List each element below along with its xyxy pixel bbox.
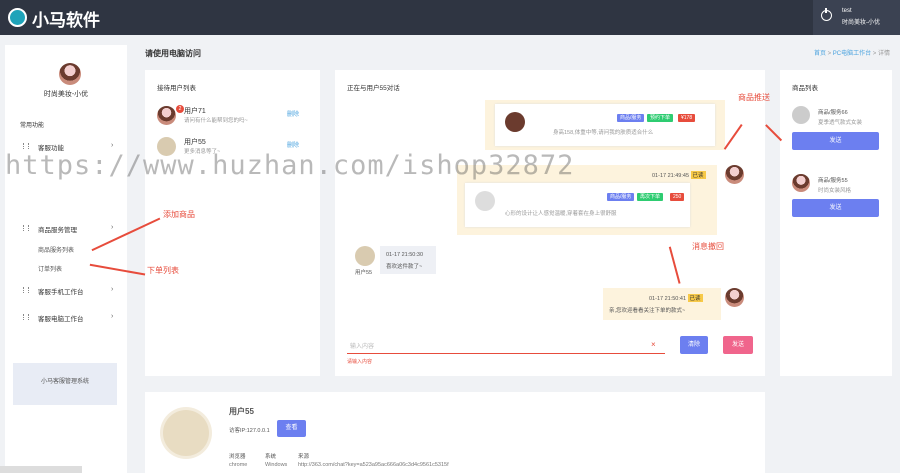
timestamp: 01-17 21:50:30 — [386, 252, 424, 258]
user-role: 时尚美妆-小优 — [842, 20, 880, 26]
tag: 预约下单 — [647, 114, 674, 122]
visitor-ip: 访客IP:127.0.0.1 — [229, 428, 270, 434]
user-last-message: 请问有什么能帮到您的吗~ — [184, 118, 248, 124]
avatar — [725, 288, 744, 307]
top-bar: 小马软件 test 时尚美妆-小优 — [0, 0, 900, 35]
breadcrumb-pc[interactable]: PC电脑工作台 — [833, 51, 871, 57]
message-text: 亲,您欢迎看看关注下单的款式~ — [609, 308, 686, 314]
timestamp: 01-17 21:50:41 — [649, 296, 687, 302]
col-header: 系统 — [265, 454, 277, 460]
horizontal-scrollbar[interactable] — [0, 466, 82, 473]
col-header: 浏览器 — [229, 454, 246, 460]
user-name: 用户71 — [184, 108, 206, 115]
clear-input-icon[interactable]: × — [651, 340, 656, 349]
chat-panel: 正在与用户55对话 商品/服务 预约下单 ¥178 身高158,体重中等,请问我… — [335, 70, 765, 376]
timestamp: 01-17 21:49:45 — [652, 173, 690, 179]
user-name: 用户55 — [184, 139, 206, 146]
message-time: 01-17 21:49:45 已读 — [652, 171, 706, 179]
goods-desc: 心形的设计让人感觉温暖,穿着套在身上很舒服 — [505, 211, 617, 217]
brand-title: 小马软件 — [32, 11, 100, 30]
cell[interactable]: http://363.com/chat?key=a523a95ac666a06c… — [298, 462, 449, 468]
annotation-order-list: 下单列表 — [147, 266, 179, 275]
view-button[interactable]: 查看 — [277, 420, 306, 437]
message-time: 01-17 21:50:41 已读 — [649, 294, 703, 302]
grid-icon — [23, 287, 29, 293]
chevron-icon: › — [111, 286, 114, 293]
chat-message-agent: 01-17 21:50:41 已读 亲,您欢迎看看关注下单的款式~ — [603, 288, 721, 320]
sidebar-user-name: 时尚美妆-小优 — [43, 91, 89, 98]
tag: 再次下单 — [637, 193, 664, 201]
send-goods-button[interactable]: 发送 — [792, 199, 879, 217]
info-user-name: 用户55 — [229, 407, 254, 416]
read-status: 已读 — [687, 294, 703, 302]
avatar — [163, 410, 209, 456]
user-name: test — [842, 8, 852, 14]
tag: 商品/服务 — [617, 114, 645, 122]
goods-name: 商品/服务66 — [818, 110, 848, 116]
grid-icon — [23, 225, 29, 231]
sidebar-item-goods-list[interactable]: 商品服务列表 — [38, 245, 74, 254]
logo-icon — [8, 8, 27, 27]
grid-icon — [23, 143, 29, 149]
chevron-icon: › — [111, 224, 114, 231]
sidebar-section-title: 常用功能 — [20, 123, 45, 129]
power-icon[interactable] — [821, 8, 832, 21]
sidebar-item-order-list[interactable]: 订单列表 — [38, 264, 62, 273]
goods-desc: 身高158,体重中等,请问我的肤质适合什么 — [553, 130, 654, 136]
breadcrumb: 首页 > PC电脑工作台 > 详情 — [813, 51, 890, 57]
goods-card[interactable]: 商品/服务 预约下单 ¥178 身高158,体重中等,请问我的肤质适合什么 — [495, 104, 715, 146]
tag: 商品/服务 — [607, 193, 635, 201]
avatar — [59, 63, 81, 85]
chat-input[interactable]: 输入内容 — [347, 336, 665, 354]
sender-name: 用户55 — [355, 270, 373, 276]
goods-panel: 商品列表 商品/服务66 夏季透气款式女装 发送 商品/服务55 时尚女装风格 … — [780, 70, 892, 376]
goods-card[interactable]: 商品/服务 再次下单 250 心形的设计让人感觉温暖,穿着套在身上很舒服 — [465, 183, 690, 227]
message-text: 喜欢这件款了~ — [386, 264, 423, 270]
cell: chrome — [229, 462, 248, 468]
annotation-goods-push: 商品推送 — [738, 93, 770, 102]
annotation-msg-recall: 消息撤回 — [692, 242, 724, 251]
user-menu[interactable]: test 时尚美妆-小优 — [813, 0, 900, 35]
watermark-text: https://www.huzhan.com/ishop32872 — [5, 150, 575, 181]
annotation-add-goods: 添加商品 — [163, 210, 195, 219]
sidebar-footer: 小马客服管理系统 — [13, 363, 117, 405]
wait-list-panel: 接待用户列表 2 用户71 请问有什么能帮到您的吗~ 删除 用户55 更多消息等… — [145, 70, 320, 376]
avatar — [157, 106, 176, 125]
goods-thumb — [505, 112, 525, 132]
chevron-icon: › — [111, 313, 114, 320]
send-button[interactable]: 发送 — [723, 336, 753, 354]
breadcrumb-home[interactable]: 首页 — [814, 51, 826, 57]
panel-title: 接待用户列表 — [157, 85, 196, 92]
chat-message-user: 01-17 21:50:30 喜欢这件款了~ — [380, 246, 436, 274]
send-goods-button[interactable]: 发送 — [792, 132, 879, 150]
tag: 250 — [670, 193, 685, 201]
sidebar: 时尚美妆-小优 常用功能 客服功能 › 商品服务管理 › 商品服务列表 订单列表 客… — [5, 45, 127, 473]
goods-desc: 夏季透气款式女装 — [818, 120, 863, 126]
chat-message-goods: 商品/服务 预约下单 ¥178 身高158,体重中等,请问我的肤质适合什么 — [485, 100, 725, 150]
tag: ¥178 — [678, 114, 696, 122]
read-status: 已读 — [690, 171, 706, 179]
breadcrumb-current: 详情 — [877, 51, 890, 57]
col-header: 来源 — [298, 454, 310, 460]
delete-button[interactable]: 删除 — [287, 109, 299, 118]
clear-button[interactable]: 清除 — [680, 336, 708, 354]
chat-title: 正在与用户55对话 — [347, 85, 400, 92]
panel-title: 商品列表 — [792, 85, 818, 92]
goods-name: 商品/服务55 — [818, 178, 848, 184]
goods-thumb — [475, 191, 495, 211]
unread-badge: 2 — [176, 105, 184, 113]
chevron-icon: › — [111, 142, 114, 149]
delete-button[interactable]: 删除 — [287, 140, 299, 149]
user-info-panel: 用户55 访客IP:127.0.0.1 查看 浏览器 系统 来源 chrome … — [145, 392, 765, 473]
page-title: 请使用电脑访问 — [145, 49, 201, 58]
input-warning: 请输入内容 — [347, 359, 373, 365]
goods-thumb — [792, 106, 810, 124]
goods-desc: 时尚女装风格 — [818, 188, 852, 194]
goods-thumb — [792, 174, 810, 192]
grid-icon — [23, 314, 29, 320]
avatar — [355, 246, 375, 266]
cell: Windows — [265, 462, 288, 468]
avatar — [725, 165, 744, 184]
